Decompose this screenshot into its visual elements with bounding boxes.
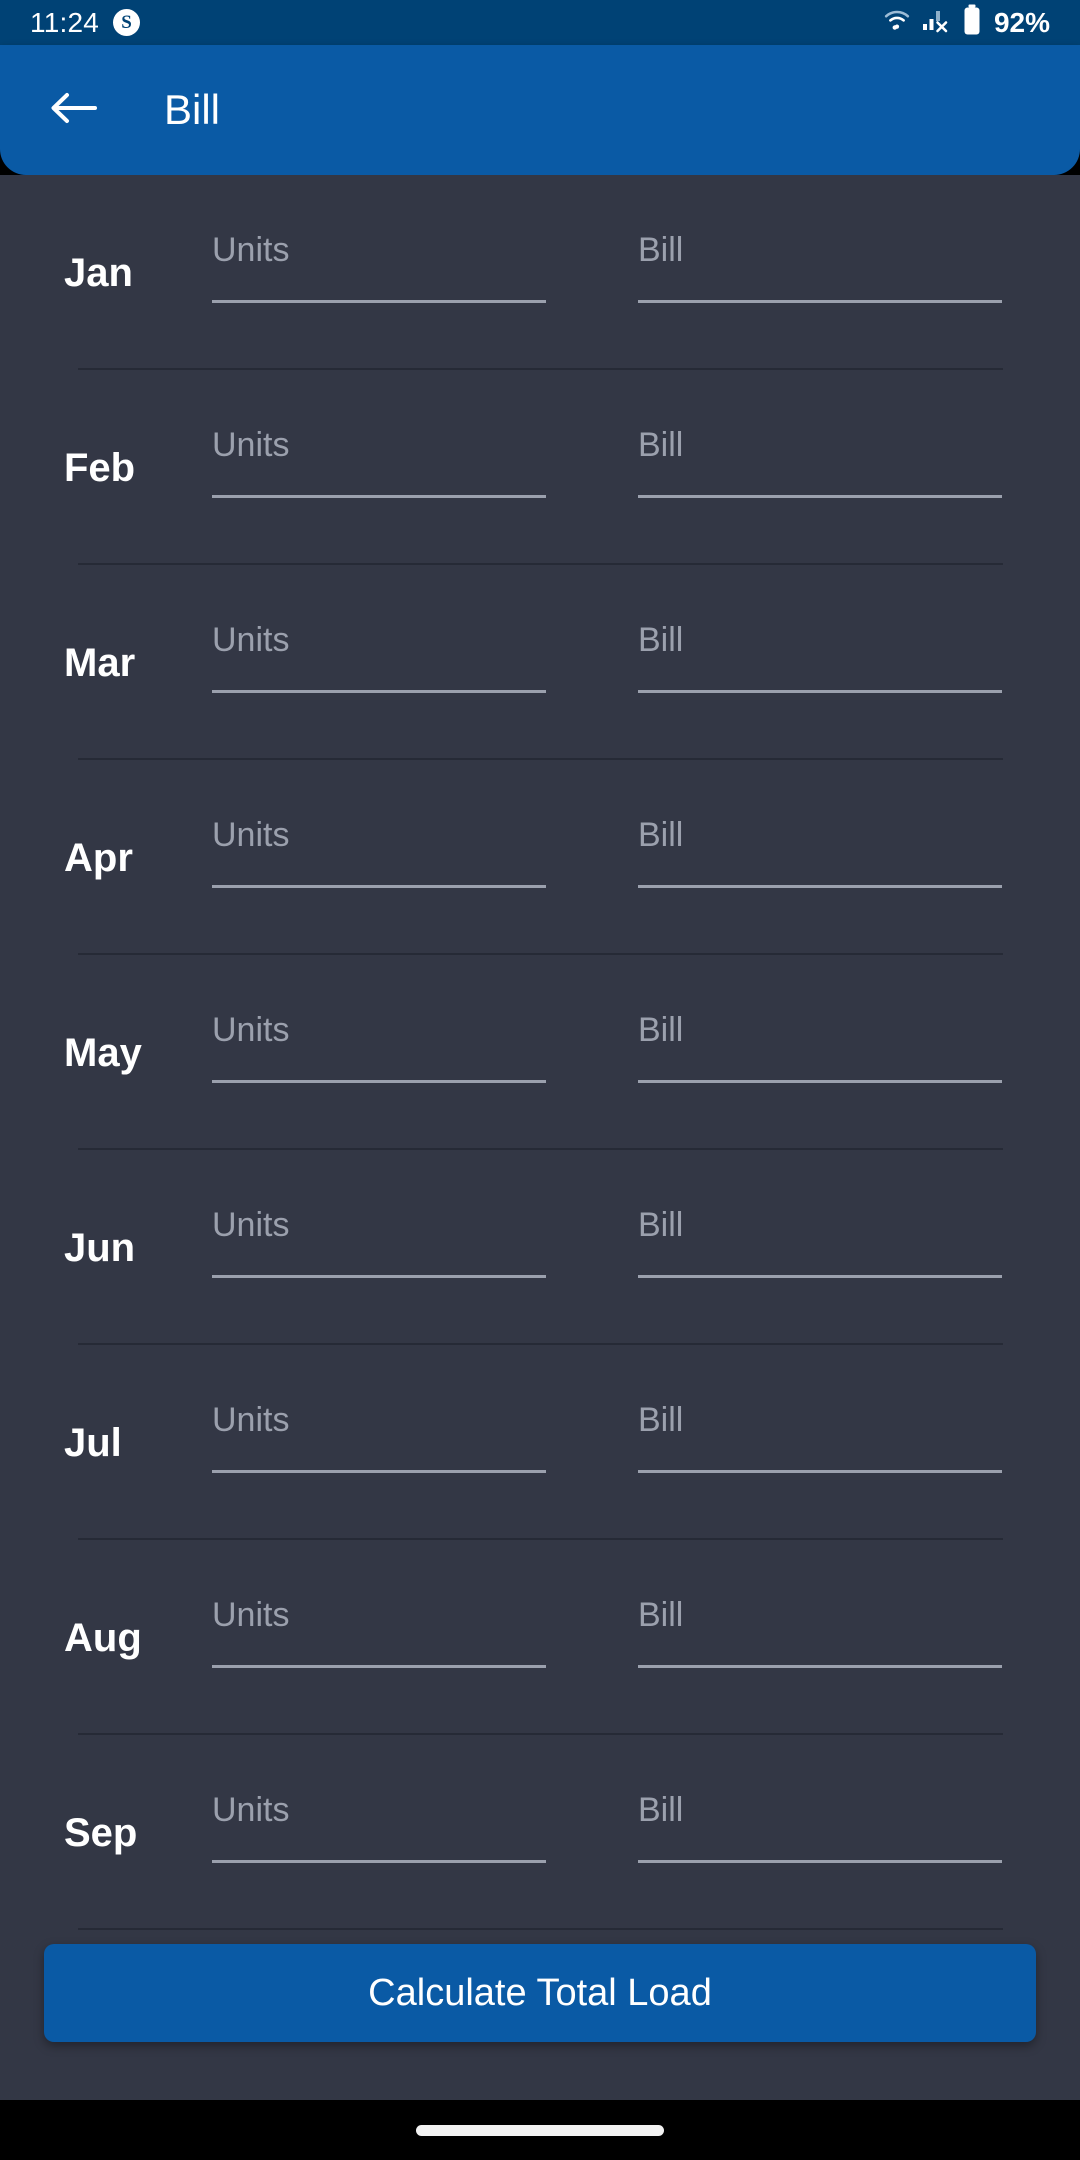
bill-form-content: Jan Units Bill Feb Units Bill Mar Units Bill Apr U… bbox=[0, 175, 1080, 2100]
units-placeholder: Units bbox=[212, 1205, 290, 1244]
bill-input-may[interactable]: Bill bbox=[638, 1005, 1002, 1101]
footer-action-area: Calculate Total Load bbox=[0, 1944, 1080, 2042]
units-input-apr[interactable]: Units bbox=[212, 810, 576, 906]
battery-percent-label: 92% bbox=[993, 6, 1050, 38]
units-input-sep[interactable]: Units bbox=[212, 1785, 576, 1881]
calculate-total-load-button[interactable]: Calculate Total Load bbox=[44, 1944, 1036, 2042]
month-label: Jun bbox=[64, 1225, 136, 1270]
month-label: Feb bbox=[64, 445, 136, 490]
month-label: Jan bbox=[64, 250, 133, 295]
month-row: Jan Units Bill bbox=[0, 175, 1080, 370]
back-arrow-icon bbox=[47, 88, 99, 133]
status-bar: 11:24 S 92% bbox=[0, 0, 1080, 45]
battery-icon bbox=[962, 4, 982, 41]
input-underline bbox=[212, 494, 546, 498]
month-rows-list: Jan Units Bill Feb Units Bill Mar Units Bill Apr U… bbox=[0, 175, 1080, 1930]
bill-placeholder: Bill bbox=[638, 1010, 684, 1049]
input-underline bbox=[212, 299, 546, 303]
input-underline bbox=[638, 689, 1002, 693]
month-label: Aug bbox=[64, 1615, 142, 1660]
status-bar-right: 92% bbox=[882, 4, 1050, 41]
status-bar-clock: 11:24 bbox=[30, 6, 99, 38]
back-button[interactable] bbox=[44, 81, 102, 139]
app-badge-icon: S bbox=[113, 9, 140, 36]
bill-placeholder: Bill bbox=[638, 1400, 684, 1439]
month-label: Jul bbox=[64, 1420, 122, 1465]
input-underline bbox=[638, 1079, 1002, 1083]
input-underline bbox=[212, 1469, 546, 1473]
input-underline bbox=[638, 1469, 1002, 1473]
input-underline bbox=[638, 1859, 1002, 1863]
units-placeholder: Units bbox=[212, 230, 290, 269]
bill-input-jan[interactable]: Bill bbox=[638, 225, 1002, 321]
units-placeholder: Units bbox=[212, 620, 290, 659]
month-row: Jun Units Bill bbox=[0, 1150, 1080, 1345]
units-input-jul[interactable]: Units bbox=[212, 1395, 576, 1491]
units-placeholder: Units bbox=[212, 425, 290, 464]
input-underline bbox=[638, 1274, 1002, 1278]
bill-input-sep[interactable]: Bill bbox=[638, 1785, 1002, 1881]
units-placeholder: Units bbox=[212, 1400, 290, 1439]
bill-input-jun[interactable]: Bill bbox=[638, 1200, 1002, 1296]
units-input-mar[interactable]: Units bbox=[212, 615, 576, 711]
system-navigation-bar bbox=[0, 2100, 1080, 2160]
status-bar-left: 11:24 S bbox=[30, 6, 140, 38]
units-placeholder: Units bbox=[212, 1790, 290, 1829]
input-underline bbox=[212, 1664, 546, 1668]
units-input-jan[interactable]: Units bbox=[212, 225, 576, 321]
phone-screen: 11:24 S 92% Bill Jan Units Bill Feb Unit… bbox=[0, 0, 1080, 2160]
cellular-no-sim-icon bbox=[922, 7, 952, 38]
bill-placeholder: Bill bbox=[638, 815, 684, 854]
bill-placeholder: Bill bbox=[638, 425, 684, 464]
month-row: Feb Units Bill bbox=[0, 370, 1080, 565]
row-divider bbox=[78, 1928, 1003, 1930]
bill-input-aug[interactable]: Bill bbox=[638, 1590, 1002, 1686]
input-underline bbox=[212, 1859, 546, 1863]
month-label: Apr bbox=[64, 835, 133, 880]
input-underline bbox=[212, 1274, 546, 1278]
input-underline bbox=[212, 1079, 546, 1083]
units-placeholder: Units bbox=[212, 815, 290, 854]
bill-placeholder: Bill bbox=[638, 230, 684, 269]
input-underline bbox=[638, 494, 1002, 498]
home-gesture-pill[interactable] bbox=[416, 2124, 664, 2136]
input-underline bbox=[638, 299, 1002, 303]
bill-input-jul[interactable]: Bill bbox=[638, 1395, 1002, 1491]
month-label: Sep bbox=[64, 1810, 138, 1855]
input-underline bbox=[638, 884, 1002, 888]
month-label: Mar bbox=[64, 640, 136, 685]
units-input-jun[interactable]: Units bbox=[212, 1200, 576, 1296]
units-placeholder: Units bbox=[212, 1595, 290, 1634]
units-placeholder: Units bbox=[212, 1010, 290, 1049]
input-underline bbox=[638, 1664, 1002, 1668]
wifi-icon bbox=[882, 8, 912, 37]
month-row: Jul Units Bill bbox=[0, 1345, 1080, 1540]
bill-input-feb[interactable]: Bill bbox=[638, 420, 1002, 516]
bill-placeholder: Bill bbox=[638, 1595, 684, 1634]
month-row: Mar Units Bill bbox=[0, 565, 1080, 760]
month-row: Apr Units Bill bbox=[0, 760, 1080, 955]
bill-placeholder: Bill bbox=[638, 620, 684, 659]
bill-placeholder: Bill bbox=[638, 1205, 684, 1244]
units-input-may[interactable]: Units bbox=[212, 1005, 576, 1101]
units-input-feb[interactable]: Units bbox=[212, 420, 576, 516]
bill-input-mar[interactable]: Bill bbox=[638, 615, 1002, 711]
month-row: Sep Units Bill bbox=[0, 1735, 1080, 1930]
month-label: May bbox=[64, 1030, 142, 1075]
app-bar: Bill bbox=[0, 45, 1080, 175]
page-title: Bill bbox=[164, 86, 221, 133]
bill-input-apr[interactable]: Bill bbox=[638, 810, 1002, 906]
bill-placeholder: Bill bbox=[638, 1790, 684, 1829]
input-underline bbox=[212, 689, 546, 693]
input-underline bbox=[212, 884, 546, 888]
month-row: May Units Bill bbox=[0, 955, 1080, 1150]
month-row: Aug Units Bill bbox=[0, 1540, 1080, 1735]
units-input-aug[interactable]: Units bbox=[212, 1590, 576, 1686]
